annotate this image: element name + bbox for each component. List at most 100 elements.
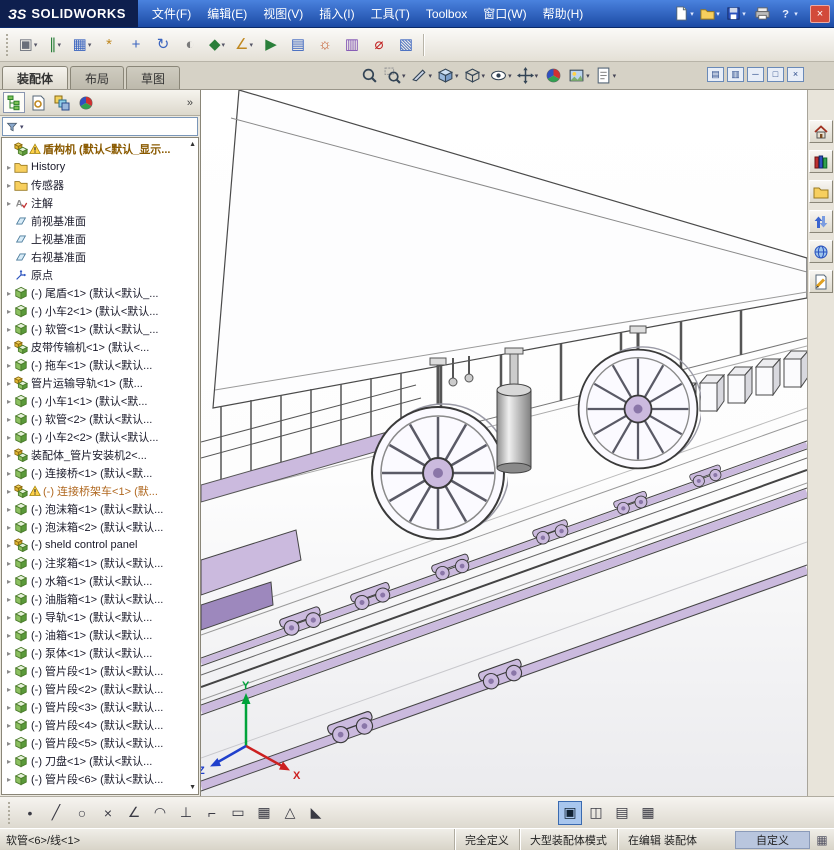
expand-arrow-icon[interactable] [4, 595, 14, 604]
display-style-button[interactable] [463, 65, 487, 86]
tab-layout[interactable]: 布局 [70, 66, 125, 89]
expand-arrow-icon[interactable] [4, 343, 14, 352]
new-motion-study-button[interactable]: ▶ [258, 32, 284, 58]
expand-arrow-icon[interactable] [4, 469, 14, 478]
expand-arrow-icon[interactable] [4, 361, 14, 370]
expand-arrow-icon[interactable] [4, 433, 14, 442]
tree-item[interactable]: (-) 导轨<1> (默认<默认... [2, 608, 198, 626]
3d-viewport-scene[interactable]: Y X Z [201, 90, 807, 796]
tree-item[interactable]: 管片运输导轨<1> (默... [2, 374, 198, 392]
tree-item[interactable]: (-) 软管<1> (默认<默认_... [2, 320, 198, 338]
sketch-circle-tool[interactable]: ○ [70, 801, 94, 825]
expand-arrow-icon[interactable] [4, 415, 14, 424]
cable-reel-right[interactable] [577, 325, 702, 470]
tree-item[interactable]: (-) 油脂箱<1> (默认<默认... [2, 590, 198, 608]
window-close-button[interactable]: × [810, 4, 830, 23]
hide-show-items-button[interactable] [489, 65, 513, 86]
zoom-fit-button[interactable] [358, 65, 380, 86]
expand-arrow-icon[interactable] [4, 667, 14, 676]
assembly-features-button[interactable]: ◆ [204, 32, 230, 58]
tree-item[interactable]: (-) 注浆箱<1> (默认<默认... [2, 554, 198, 572]
rotate-component-button[interactable]: ↻ [150, 32, 176, 58]
tree-item[interactable]: (-) 尾盾<1> (默认<默认_... [2, 284, 198, 302]
new-document-button[interactable] [672, 4, 696, 24]
custom-properties-button[interactable] [809, 270, 833, 293]
view-orientation-button[interactable] [436, 65, 460, 86]
rotate-view-button[interactable] [516, 65, 540, 86]
viewport-split-vertical-button[interactable]: ▤ [610, 801, 634, 825]
expand-arrow-icon[interactable] [4, 523, 14, 532]
expand-arrow-icon[interactable] [4, 451, 14, 460]
expand-arrow-icon[interactable] [4, 703, 14, 712]
menu-view[interactable]: 视图(V) [255, 1, 311, 26]
expand-arrow-icon[interactable] [4, 739, 14, 748]
expand-arrow-icon[interactable] [4, 397, 14, 406]
move-component-button[interactable]: + [123, 32, 149, 58]
expand-arrow-icon[interactable] [4, 307, 14, 316]
panel-chevron-button[interactable]: » [183, 97, 197, 109]
expand-arrow-icon[interactable] [4, 649, 14, 658]
sketch-rectangle-tool[interactable]: ▭ [226, 801, 250, 825]
tree-item[interactable]: (-) 管片段<2> (默认<默认... [2, 680, 198, 698]
tree-item[interactable]: 上视基准面 [2, 230, 198, 248]
section-button[interactable]: ▧ [393, 32, 419, 58]
tree-item[interactable]: 装配体_管片安装机2<... [2, 446, 198, 464]
expand-arrow-icon[interactable] [4, 379, 14, 388]
task-pane-home-button[interactable] [809, 120, 833, 143]
design-library-button[interactable] [809, 150, 833, 173]
status-grid-icon[interactable]: ▦ [810, 833, 834, 847]
tree-item[interactable]: (-) 小车2<1> (默认<默认... [2, 302, 198, 320]
expand-arrow-icon[interactable] [4, 181, 14, 190]
sketch-ruler-tool[interactable]: ◣ [304, 801, 328, 825]
menu-toolbox[interactable]: Toolbox [418, 3, 475, 25]
tree-root-item[interactable]: 盾构机 (默认<默认_显示... [2, 140, 198, 158]
expand-arrow-icon[interactable] [4, 487, 14, 496]
expand-arrow-icon[interactable] [4, 163, 14, 172]
sketch-arc-tool[interactable]: ◠ [148, 801, 172, 825]
expand-arrow-icon[interactable] [4, 541, 14, 550]
sketch-angle-tool[interactable]: ∠ [122, 801, 146, 825]
tree-scroll-up-icon[interactable]: ▲ [189, 141, 196, 148]
tree-item[interactable]: (-) 管片段<5> (默认<默认... [2, 734, 198, 752]
print-button[interactable] [750, 4, 774, 24]
measure-button[interactable]: ⌀ [366, 32, 392, 58]
sketch-perpendicular-tool[interactable]: ⊥ [174, 801, 198, 825]
section-view-button[interactable] [410, 65, 434, 86]
tree-item[interactable]: (-) 小车2<2> (默认<默认... [2, 428, 198, 446]
tree-item[interactable]: (-) 管片段<3> (默认<默认... [2, 698, 198, 716]
expand-arrow-icon[interactable] [4, 577, 14, 586]
tree-scroll-down-icon[interactable]: ▼ [189, 784, 196, 791]
expand-arrow-icon[interactable] [4, 757, 14, 766]
tree-item[interactable]: 前视基准面 [2, 212, 198, 230]
tree-item[interactable]: 注解 [2, 194, 198, 212]
sketch-toolbar-grip[interactable] [8, 801, 12, 824]
menu-edit[interactable]: 编辑(E) [199, 1, 255, 26]
tree-item[interactable]: (-) 泵体<1> (默认<默认... [2, 644, 198, 662]
filter-input[interactable] [26, 119, 194, 134]
tree-item[interactable]: 原点 [2, 266, 198, 284]
tree-item[interactable]: (-) 水箱<1> (默认<默认... [2, 572, 198, 590]
sketch-spline-tool[interactable]: × [96, 801, 120, 825]
tab-sketch[interactable]: 草图 [126, 66, 181, 89]
tree-item[interactable]: 右视基准面 [2, 248, 198, 266]
menu-file[interactable]: 文件(F) [144, 1, 199, 26]
show-hidden-components-button[interactable]: ◐ [177, 32, 203, 58]
tree-filter-box[interactable]: ▾ [2, 117, 198, 136]
status-custom-dropdown[interactable]: 自定义 [735, 830, 810, 849]
mate-button[interactable]: ∥ [42, 32, 68, 58]
filter-caret-icon[interactable]: ▾ [20, 123, 24, 131]
menu-tools[interactable]: 工具(T) [363, 1, 418, 26]
tree-item[interactable]: 传感器 [2, 176, 198, 194]
toolbar-grip[interactable] [6, 33, 10, 56]
linear-component-pattern-button[interactable]: ▦ [69, 32, 95, 58]
tab-assembly[interactable]: 装配体 [2, 66, 69, 89]
tree-item[interactable]: (-) 油箱<1> (默认<默认... [2, 626, 198, 644]
help-button[interactable] [776, 4, 800, 24]
expand-arrow-icon[interactable] [4, 613, 14, 622]
viewport-split-horizontal-button[interactable]: ◫ [584, 801, 608, 825]
displaymanager-tab[interactable] [75, 92, 97, 113]
tree-item[interactable]: (-) sheld control panel [2, 536, 198, 554]
featuremanager-tab[interactable] [3, 92, 25, 113]
zoom-area-button[interactable] [383, 65, 407, 86]
bill-of-materials-button[interactable]: ▤ [285, 32, 311, 58]
